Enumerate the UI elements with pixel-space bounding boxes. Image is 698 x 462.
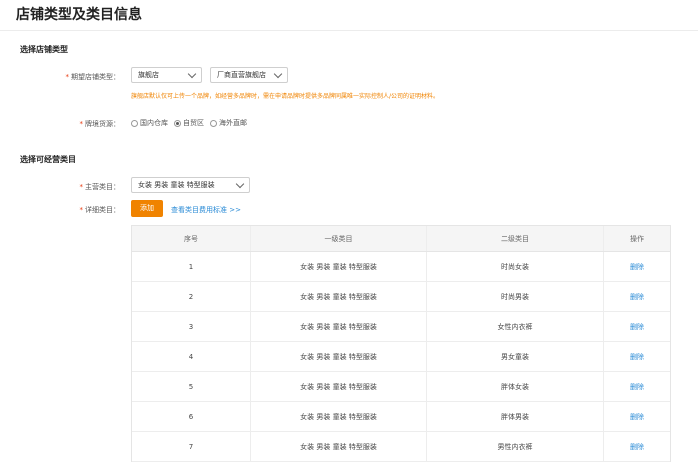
table-row: 4 女装 男装 童装 特型服装 男女童装 删除 <box>132 342 670 372</box>
store-type-label: * 期望店铺类型： <box>65 73 121 81</box>
required-asterisk: * <box>79 120 84 128</box>
delete-link[interactable]: 删除 <box>630 382 644 392</box>
header-level1: 一级类目 <box>251 226 427 251</box>
chevron-down-icon <box>273 69 283 79</box>
section-title-categories: 选择可经营类目 <box>20 155 76 164</box>
cell-level1: 女装 男装 童装 特型服装 <box>251 432 427 461</box>
radio-free-trade-zone[interactable]: 自贸区 <box>174 118 204 128</box>
delete-link[interactable]: 删除 <box>630 412 644 422</box>
cell-level1: 女装 男装 童装 特型服装 <box>251 342 427 371</box>
required-asterisk: * <box>79 183 84 191</box>
delete-link[interactable]: 删除 <box>630 262 644 272</box>
radio-checked-icon <box>174 119 181 127</box>
radio-icon <box>131 119 138 127</box>
radio-domestic-warehouse[interactable]: 国内仓库 <box>131 118 168 128</box>
required-asterisk: * <box>65 73 70 81</box>
radio-icon <box>210 119 217 127</box>
cell-no: 4 <box>132 342 251 371</box>
store-subtype-select[interactable]: 厂商直营旗舰店 <box>210 67 288 83</box>
header-action: 操作 <box>630 234 644 243</box>
header-no: 序号 <box>132 226 251 251</box>
chevron-down-icon <box>187 69 197 79</box>
cell-action: 删除 <box>604 372 670 401</box>
store-type-select[interactable]: 旗舰店 <box>131 67 202 83</box>
cell-level2: 男性内衣裤 <box>427 432 604 461</box>
cell-level2: 胖体女装 <box>427 372 604 401</box>
section-title-store-type: 选择店铺类型 <box>20 45 68 54</box>
table-row: 3 女装 男装 童装 特型服装 女性内衣裤 删除 <box>132 312 670 342</box>
cell-level2: 时尚女装 <box>427 252 604 281</box>
radio-label: 国内仓库 <box>140 119 168 127</box>
delete-link[interactable]: 删除 <box>630 352 644 362</box>
table-header: 序号 一级类目 二级类目 操作 <box>132 226 670 252</box>
table-row: 5 女装 男装 童装 特型服装 胖体女装 删除 <box>132 372 670 402</box>
cell-level2: 女性内衣裤 <box>427 312 604 341</box>
table-row: 6 女装 男装 童装 特型服装 胖体男装 删除 <box>132 402 670 432</box>
radio-label: 海外直邮 <box>219 119 247 127</box>
brand-tip-text: 旗舰店默认仅可上传一个品牌，如经营多品牌时，需在申请品牌时提供多品牌同属唯一实际… <box>131 93 440 100</box>
page-title: 店铺类型及类目信息 <box>16 7 142 23</box>
cell-level2: 时尚男装 <box>427 282 604 311</box>
cell-no: 2 <box>132 282 251 311</box>
cell-level2: 男女童装 <box>427 342 604 371</box>
chevron-down-icon <box>235 179 245 189</box>
cell-action: 删除 <box>604 402 670 431</box>
cell-level2: 胖体男装 <box>427 402 604 431</box>
cell-action: 删除 <box>604 312 670 341</box>
table-row: 2 女装 男装 童装 特型服装 时尚男装 删除 <box>132 282 670 312</box>
source-label: * 牌境货源： <box>79 120 121 128</box>
cell-action: 删除 <box>604 342 670 371</box>
cell-no: 3 <box>132 312 251 341</box>
cell-no: 5 <box>132 372 251 401</box>
required-asterisk: * <box>79 206 84 214</box>
add-category-button[interactable]: 添加 <box>131 200 163 217</box>
table-row: 1 女装 男装 童装 特型服装 时尚女装 删除 <box>132 252 670 282</box>
title-divider <box>0 30 698 31</box>
cell-level1: 女装 男装 童装 特型服装 <box>251 252 427 281</box>
category-table: 序号 一级类目 二级类目 操作 1 女装 男装 童装 特型服装 时尚女装 删除 2 女装 … <box>131 225 671 462</box>
delete-link[interactable]: 删除 <box>630 442 644 452</box>
delete-link[interactable]: 删除 <box>630 322 644 332</box>
cell-action: 删除 <box>604 252 670 281</box>
header-level2: 二级类目 <box>427 226 604 251</box>
cell-action: 删除 <box>604 282 670 311</box>
main-category-select[interactable]: 女装 男装 童装 特型服装 <box>131 177 250 193</box>
cell-level1: 女装 男装 童装 特型服装 <box>251 282 427 311</box>
detail-category-label: * 详细类目： <box>79 206 121 214</box>
radio-label: 自贸区 <box>183 119 204 127</box>
cell-level1: 女装 男装 童装 特型服装 <box>251 402 427 431</box>
cell-level1: 女装 男装 童装 特型服装 <box>251 372 427 401</box>
cell-no: 7 <box>132 432 251 461</box>
cell-no: 6 <box>132 402 251 431</box>
main-category-label: * 主营类目： <box>79 183 121 191</box>
radio-overseas-direct[interactable]: 海外直邮 <box>210 118 247 128</box>
source-radio-group: 国内仓库 自贸区 海外直邮 <box>131 118 247 128</box>
cell-no: 1 <box>132 252 251 281</box>
cell-level1: 女装 男装 童装 特型服装 <box>251 312 427 341</box>
cell-action: 删除 <box>604 432 670 461</box>
category-fee-link[interactable]: 查看类目费用标准 >> <box>171 205 241 215</box>
delete-link[interactable]: 删除 <box>630 292 644 302</box>
